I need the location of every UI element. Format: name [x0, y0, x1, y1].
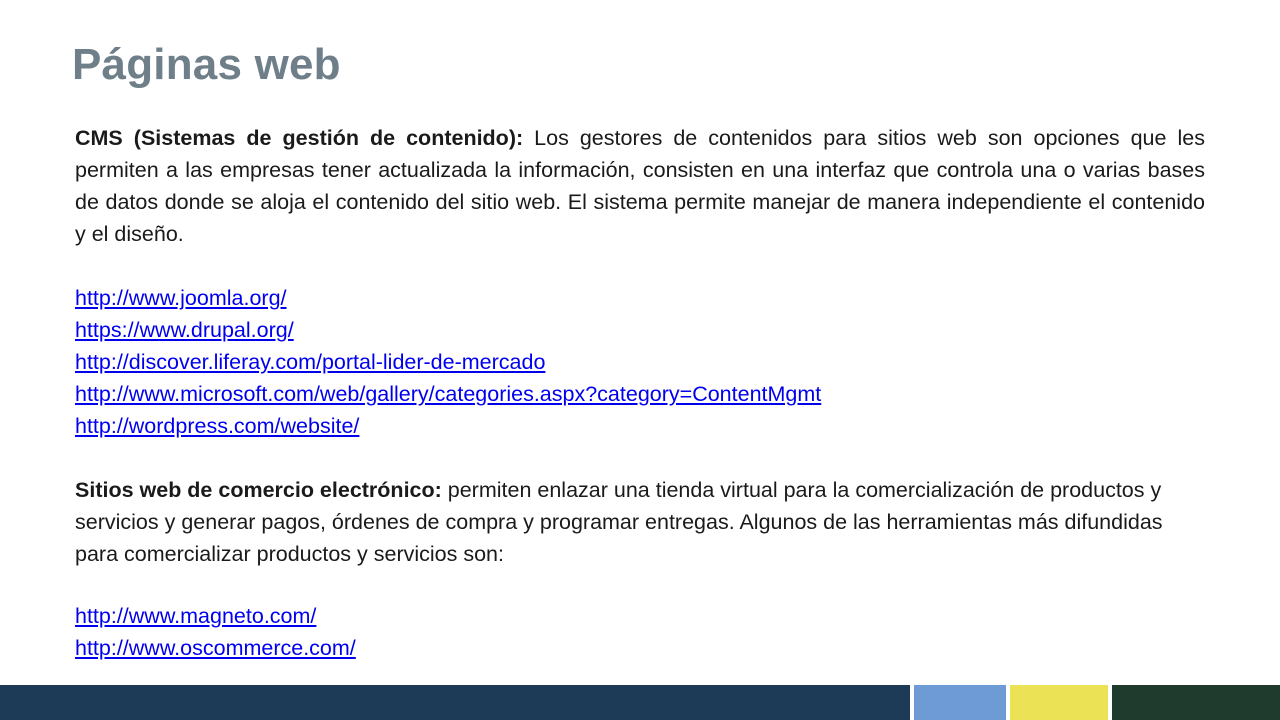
cms-paragraph: CMS (Sistemas de gestión de contenido): …	[75, 122, 1205, 250]
footer-navy-stripe	[0, 685, 910, 720]
slide-title: Páginas web	[72, 40, 341, 89]
slide-body: CMS (Sistemas de gestión de contenido): …	[75, 122, 1205, 664]
ecommerce-link-list: http://www.magneto.com/ http://www.oscom…	[75, 600, 1205, 664]
link-magneto[interactable]: http://www.magneto.com/	[75, 604, 316, 628]
link-oscommerce[interactable]: http://www.oscommerce.com/	[75, 636, 356, 660]
link-joomla[interactable]: http://www.joomla.org/	[75, 286, 287, 310]
list-item: http://discover.liferay.com/portal-lider…	[75, 346, 1205, 378]
footer-green-block	[1112, 685, 1280, 720]
link-microsoft[interactable]: http://www.microsoft.com/web/gallery/cat…	[75, 382, 821, 406]
link-liferay[interactable]: http://discover.liferay.com/portal-lider…	[75, 350, 545, 374]
list-item: http://www.oscommerce.com/	[75, 632, 1205, 664]
cms-link-list: http://www.joomla.org/ https://www.drupa…	[75, 282, 1205, 442]
list-item: http://www.magneto.com/	[75, 600, 1205, 632]
list-item: http://www.microsoft.com/web/gallery/cat…	[75, 378, 1205, 410]
link-wordpress[interactable]: http://wordpress.com/website/	[75, 414, 359, 438]
cms-label: CMS (Sistemas de gestión de contenido):	[75, 126, 524, 150]
list-item: https://www.drupal.org/	[75, 314, 1205, 346]
footer-bar	[0, 685, 1280, 720]
link-drupal[interactable]: https://www.drupal.org/	[75, 318, 294, 342]
ecommerce-paragraph: Sitios web de comercio electrónico: perm…	[75, 474, 1205, 570]
footer-blue-block	[914, 685, 1006, 720]
footer-yellow-block	[1010, 685, 1108, 720]
list-item: http://wordpress.com/website/	[75, 410, 1205, 442]
ecommerce-label: Sitios web de comercio electrónico:	[75, 478, 442, 502]
list-item: http://www.joomla.org/	[75, 282, 1205, 314]
